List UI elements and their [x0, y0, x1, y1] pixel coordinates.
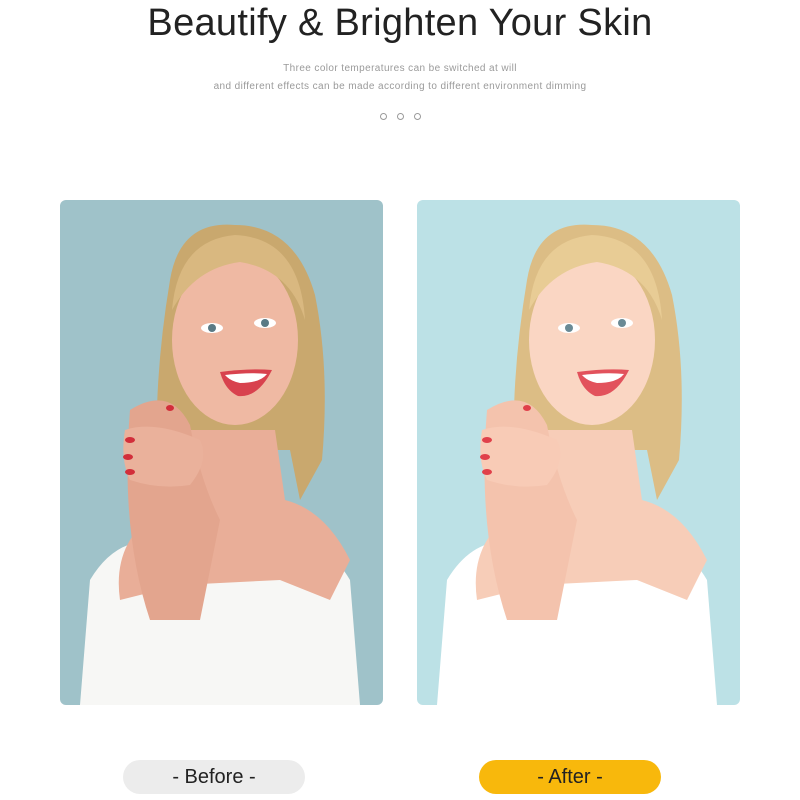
subtitle-line-1: Three color temperatures can be switched… [283, 63, 517, 74]
after-photo [417, 200, 740, 705]
pager-dot-icon[interactable] [379, 113, 387, 120]
page-title: Beautify & Brighten Your Skin [147, 2, 653, 44]
pager-dot-icon[interactable] [413, 113, 421, 120]
before-label: - Before - [123, 760, 305, 794]
subtitle-line-2: and different effects can be made accord… [213, 81, 587, 92]
before-photo [60, 200, 383, 705]
before-portrait-illustration [60, 200, 383, 705]
after-portrait-illustration [417, 200, 740, 705]
pager-dots [0, 113, 800, 120]
after-label: - After - [479, 760, 661, 794]
pager-dot-icon[interactable] [396, 113, 404, 120]
